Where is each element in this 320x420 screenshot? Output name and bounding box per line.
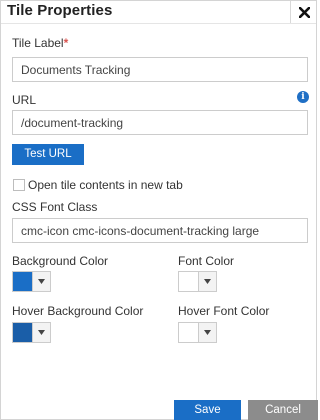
background-color-label: Background Color — [12, 254, 109, 268]
chevron-down-icon — [32, 272, 50, 291]
save-button[interactable]: Save — [174, 400, 241, 420]
chevron-down-icon — [198, 272, 216, 291]
chevron-down-icon — [198, 323, 216, 342]
info-icon[interactable]: i — [297, 91, 309, 103]
url-input[interactable] — [12, 110, 308, 135]
close-icon — [298, 6, 310, 18]
dialog-title: Tile Properties — [7, 2, 113, 19]
close-button[interactable] — [290, 1, 317, 23]
tile-label-label: Tile Label* — [12, 36, 68, 50]
hover-font-color-swatch — [179, 323, 199, 342]
hover-background-color-label: Hover Background Color — [12, 304, 144, 318]
test-url-button[interactable]: Test URL — [12, 144, 84, 165]
tile-label-input[interactable] — [12, 57, 308, 82]
chevron-down-icon — [32, 323, 50, 342]
font-color-label: Font Color — [178, 254, 235, 268]
hover-font-color-label: Hover Font Color — [178, 304, 270, 318]
dialog-header: Tile Properties — [1, 1, 316, 24]
hover-background-color-swatch — [13, 323, 33, 342]
background-color-swatch — [13, 272, 33, 291]
required-marker: * — [63, 36, 69, 50]
font-color-swatch — [179, 272, 199, 291]
css-font-class-input[interactable] — [12, 218, 308, 243]
tile-properties-dialog: Tile Properties Tile Label* URL i Test U… — [0, 0, 318, 420]
background-color-picker[interactable] — [12, 271, 51, 292]
url-label: URL — [12, 93, 37, 107]
new-tab-label[interactable]: Open tile contents in new tab — [28, 178, 183, 192]
new-tab-checkbox[interactable] — [13, 179, 25, 191]
hover-font-color-picker[interactable] — [178, 322, 217, 343]
tile-label-text: Tile Label — [12, 36, 64, 50]
font-color-picker[interactable] — [178, 271, 217, 292]
cancel-button[interactable]: Cancel — [248, 400, 318, 420]
hover-background-color-picker[interactable] — [12, 322, 51, 343]
css-font-class-label: CSS Font Class — [12, 200, 98, 214]
